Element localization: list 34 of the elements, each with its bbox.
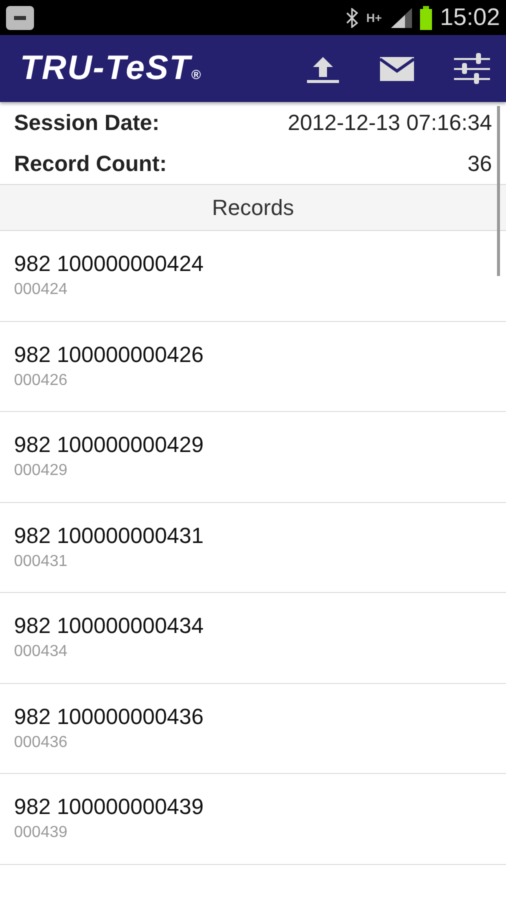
record-item[interactable]: 982 100000000439 000439 <box>0 774 506 864</box>
upload-icon[interactable] <box>306 54 340 82</box>
record-id: 982 100000000424 <box>14 251 205 277</box>
record-item[interactable]: 982 100000000434 000434 <box>0 593 506 684</box>
record-item[interactable]: 982 100000000436 000436 <box>0 684 506 774</box>
field-value: 2012-12-13 07:16:34 <box>288 110 492 136</box>
record-id: 982 100000000431 <box>14 522 205 548</box>
network-type: H+ <box>366 12 382 24</box>
battery-icon <box>420 6 432 30</box>
record-id: 982 100000000439 <box>14 794 205 820</box>
record-subtitle: 000436 <box>14 734 68 752</box>
field-value: 36 <box>468 150 492 176</box>
field-label: Session Date: <box>14 110 160 136</box>
clock: 15:02 <box>440 4 500 32</box>
signal-icon <box>390 8 412 28</box>
bluetooth-icon <box>346 8 358 28</box>
notification-icon <box>6 6 34 30</box>
record-subtitle: 000439 <box>14 824 68 842</box>
field-label: Record Count: <box>14 150 167 176</box>
record-id: 982 100000000429 <box>14 432 205 458</box>
record-subtitle: 000426 <box>14 372 68 390</box>
record-item[interactable]: 982 100000000429 000429 <box>0 412 506 502</box>
record-subtitle: 000424 <box>14 281 68 299</box>
mail-icon[interactable] <box>380 56 414 80</box>
record-id: 982 100000000426 <box>14 342 205 368</box>
settings-icon[interactable] <box>454 52 490 86</box>
record-subtitle: 000429 <box>14 462 68 480</box>
section-header: Records <box>0 184 506 231</box>
record-subtitle: 000434 <box>14 643 68 661</box>
record-item[interactable]: 982 100000000431 000431 <box>0 502 506 593</box>
record-id: 982 100000000436 <box>14 704 205 730</box>
record-id: 982 100000000434 <box>14 613 205 639</box>
record-subtitle: 000431 <box>14 552 68 570</box>
record-item[interactable]: 982 100000000426 000426 <box>0 322 506 412</box>
